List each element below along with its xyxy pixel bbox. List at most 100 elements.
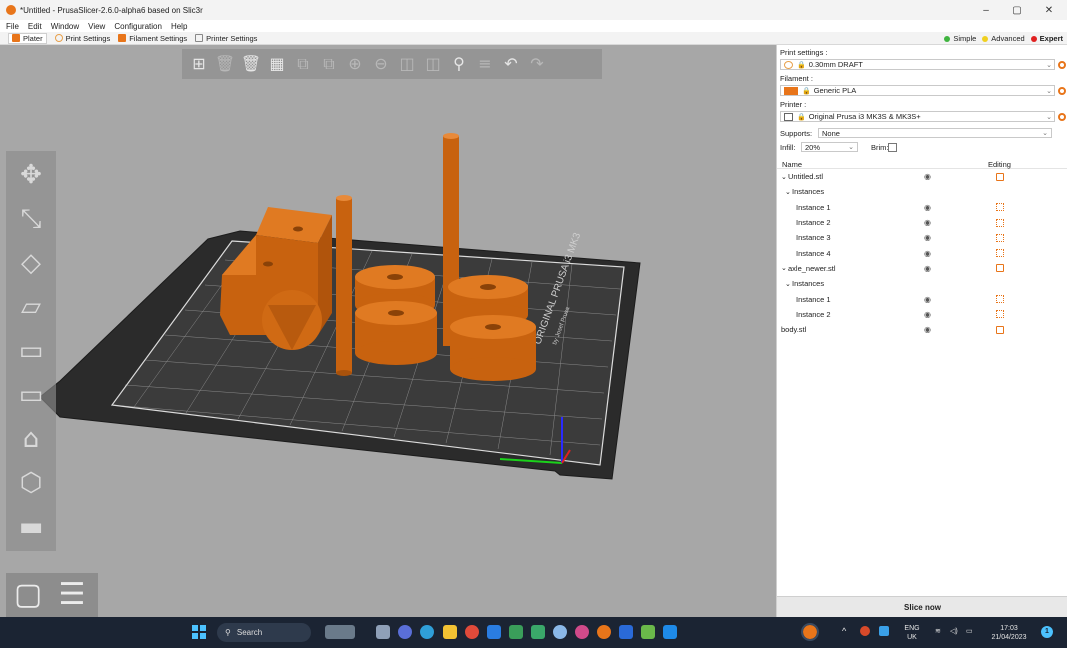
store-icon[interactable] — [619, 625, 633, 639]
supports-combo[interactable]: None ⌄ — [818, 128, 1052, 138]
object-edit-icon[interactable] — [996, 172, 1004, 181]
visibility-eye-icon[interactable]: ◉ — [924, 264, 931, 273]
print-settings-edit-icon[interactable] — [1058, 61, 1066, 69]
object-list-row[interactable]: ⌄ Instances — [777, 276, 1067, 291]
expand-chevron-icon[interactable]: ⌄ — [781, 173, 787, 181]
settings-icon[interactable] — [553, 625, 567, 639]
print-settings-combo[interactable]: 🔒 0.30mm DRAFT ⌄ — [780, 59, 1055, 70]
cut-button[interactable]: ▭ — [11, 331, 51, 371]
task-view-icon[interactable] — [376, 625, 390, 639]
paint-supports-button[interactable]: ▭ — [11, 375, 51, 415]
filament-combo[interactable]: 🔒 Generic PLA ⌄ — [780, 85, 1055, 96]
menu-configuration[interactable]: Configuration — [114, 22, 162, 31]
object-list-row[interactable]: ⌄ axle_newer.stl ◉ — [777, 261, 1067, 276]
3d-view-button[interactable]: ▢ — [6, 573, 50, 617]
slice-now-button[interactable]: Slice now — [777, 596, 1067, 617]
tab-print-settings[interactable]: Print Settings — [54, 34, 110, 43]
visibility-eye-icon[interactable]: ◉ — [924, 295, 931, 304]
taskbar-search[interactable]: ⚲ Search — [217, 623, 311, 642]
chrome-icon[interactable] — [465, 625, 479, 639]
teams-icon[interactable] — [398, 625, 412, 639]
arrange-button[interactable]: ▦ — [266, 53, 288, 75]
printer-edit-icon[interactable] — [1058, 113, 1066, 121]
wifi-icon[interactable]: ≋ — [935, 627, 941, 636]
word-icon[interactable] — [487, 625, 501, 639]
tray-chevron-icon[interactable]: ^ — [842, 627, 846, 636]
object-list-row[interactable]: Instance 4 ◉ — [777, 245, 1067, 260]
instance-edit-icon[interactable] — [996, 233, 1004, 242]
menu-window[interactable]: Window — [51, 22, 79, 31]
paste-button[interactable]: ⧉ — [318, 53, 340, 75]
visibility-eye-icon[interactable]: ◉ — [924, 249, 931, 258]
object-edit-icon[interactable] — [996, 325, 1004, 334]
mode-simple[interactable]: Simple — [944, 34, 976, 43]
expand-chevron-icon[interactable]: ⌄ — [781, 264, 787, 272]
add-instance-button[interactable]: ⊕ — [344, 53, 366, 75]
object-list-row[interactable]: Instance 2 ◉ — [777, 307, 1067, 322]
tab-plater[interactable]: Plater — [8, 32, 47, 44]
object-list-row[interactable]: Instance 1 ◉ — [777, 291, 1067, 306]
instance-edit-icon[interactable] — [996, 295, 1004, 304]
layers-button[interactable]: ≡ — [474, 53, 496, 75]
split-parts-button[interactable]: ◫ — [422, 53, 444, 75]
close-button[interactable]: ✕ — [1034, 0, 1064, 20]
tray-app-icon[interactable] — [860, 626, 870, 636]
object-list-row[interactable]: ⌄ Untitled.stl ◉ — [777, 169, 1067, 184]
scene-canvas[interactable]: ORIGINAL PRUSA i3 MK3 by Josef Prusa — [0, 45, 776, 617]
menu-file[interactable]: File — [6, 22, 19, 31]
visibility-eye-icon[interactable]: ◉ — [924, 172, 931, 181]
measure-button[interactable]: ▬ — [11, 507, 51, 547]
widgets-icon[interactable] — [325, 625, 355, 639]
instance-edit-icon[interactable] — [996, 203, 1004, 212]
visibility-eye-icon[interactable]: ◉ — [924, 218, 931, 227]
cylinder-model-4[interactable] — [450, 315, 536, 381]
split-objects-button[interactable]: ◫ — [396, 53, 418, 75]
place-on-face-button[interactable]: ▱ — [11, 287, 51, 327]
app2-icon[interactable] — [641, 625, 655, 639]
object-list-row[interactable]: Instance 3 ◉ — [777, 230, 1067, 245]
menu-help[interactable]: Help — [171, 22, 187, 31]
object-list-row[interactable]: Instance 1 ◉ — [777, 200, 1067, 215]
minimize-button[interactable]: – — [971, 0, 1001, 20]
preview-button[interactable]: ☰ — [50, 573, 94, 617]
tab-filament-settings[interactable]: Filament Settings — [118, 34, 187, 43]
remove-instance-button[interactable]: ⊖ — [370, 53, 392, 75]
object-list-row[interactable]: ⌄ Instances — [777, 184, 1067, 199]
object-list-row[interactable]: body.stl ◉ — [777, 322, 1067, 337]
instance-edit-icon[interactable] — [996, 218, 1004, 227]
visibility-eye-icon[interactable]: ◉ — [924, 233, 931, 242]
menu-view[interactable]: View — [88, 22, 105, 31]
object-edit-icon[interactable] — [996, 264, 1004, 273]
redo-button[interactable]: ↷ — [526, 53, 548, 75]
cylinder-model-3[interactable] — [355, 301, 437, 365]
volume-icon[interactable]: ◁) — [950, 627, 958, 636]
search-button[interactable]: ⚲ — [448, 53, 470, 75]
instance-edit-icon[interactable] — [996, 310, 1004, 319]
move-button[interactable]: ✥ — [11, 155, 51, 195]
app-icon[interactable] — [531, 625, 545, 639]
mode-advanced[interactable]: Advanced — [982, 34, 1025, 43]
menu-edit[interactable]: Edit — [28, 22, 42, 31]
filament-edit-icon[interactable] — [1058, 87, 1066, 95]
prusaslicer-taskbar-icon[interactable] — [597, 625, 611, 639]
scale-button[interactable]: ⤡ — [11, 199, 51, 239]
battery-icon[interactable]: ▭ — [966, 627, 973, 636]
infill-combo[interactable]: 20% ⌄ — [801, 142, 858, 152]
edge-icon[interactable] — [420, 625, 434, 639]
maximize-button[interactable]: ▢ — [1002, 0, 1032, 20]
object-list-row[interactable]: Instance 2 ◉ — [777, 215, 1067, 230]
browser-icon[interactable] — [575, 625, 589, 639]
mmu-painting-button[interactable]: ⬡ — [11, 463, 51, 503]
app3-icon[interactable] — [663, 625, 677, 639]
add-button[interactable]: ⊞ — [188, 53, 210, 75]
axle-model-1[interactable] — [336, 195, 352, 376]
visibility-eye-icon[interactable]: ◉ — [924, 310, 931, 319]
clock[interactable]: 17:03 21/04/2023 — [985, 624, 1033, 642]
brim-checkbox[interactable] — [888, 143, 897, 152]
notification-badge[interactable]: 1 — [1041, 626, 1053, 638]
mode-expert[interactable]: Expert — [1030, 34, 1063, 43]
visibility-eye-icon[interactable]: ◉ — [924, 203, 931, 212]
seam-painting-button[interactable]: ⌂ — [11, 419, 51, 459]
tab-printer-settings[interactable]: Printer Settings — [195, 34, 257, 43]
instance-edit-icon[interactable] — [996, 249, 1004, 258]
